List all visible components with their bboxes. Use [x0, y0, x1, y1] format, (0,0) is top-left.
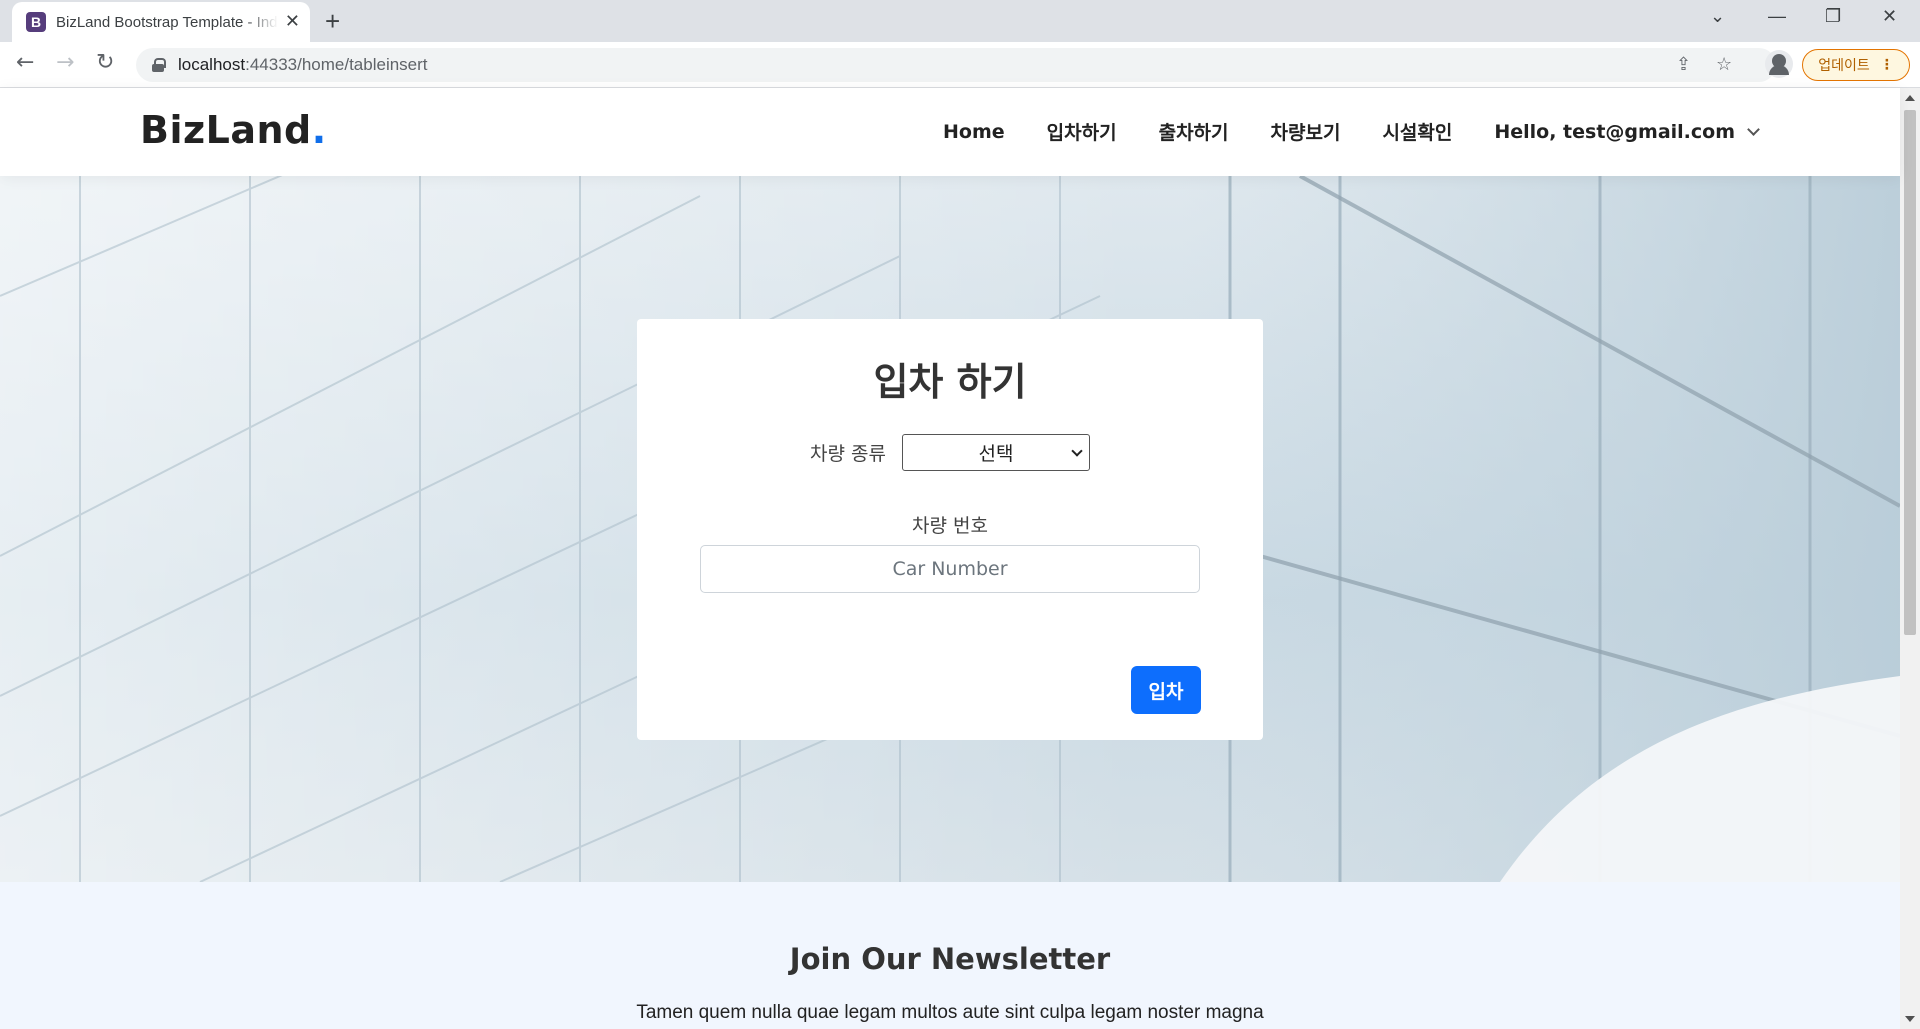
user-greeting: Hello, test@gmail.com: [1494, 120, 1735, 143]
scroll-down-arrow-icon[interactable]: [1905, 1016, 1915, 1022]
nav-park-out[interactable]: 출차하기: [1159, 118, 1229, 145]
newsletter-section: Join Our Newsletter Tamen quem nulla qua…: [0, 882, 1900, 1029]
browser-tab-bar: B BizLand Bootstrap Template - Index ✕ +…: [0, 0, 1920, 42]
chevron-down-icon: [1071, 445, 1083, 457]
newsletter-title: Join Our Newsletter: [789, 942, 1111, 976]
nav-user-dropdown[interactable]: Hello, test@gmail.com: [1494, 118, 1760, 145]
scroll-up-arrow-icon[interactable]: [1905, 95, 1915, 101]
browser-update-button[interactable]: 업데이트 ⋮: [1802, 49, 1910, 81]
browser-toolbar: ← → ↻ localhost:44333/home/tableinsert ⇪…: [0, 42, 1920, 88]
nav-park-in[interactable]: 입차하기: [1047, 118, 1117, 145]
tab-search-icon[interactable]: ⌄: [1710, 6, 1725, 27]
more-vertical-icon: ⋮: [1879, 57, 1894, 73]
close-icon[interactable]: ✕: [285, 13, 300, 31]
park-in-form-card: 입차 하기 차량 종류 선택 차량 번호 Car Number 입차: [637, 319, 1263, 740]
nav-home[interactable]: Home: [943, 118, 1005, 145]
scrollbar-thumb[interactable]: [1904, 110, 1916, 635]
vehicle-type-label: 차량 종류: [810, 443, 886, 465]
bootstrap-favicon-icon: B: [26, 12, 46, 32]
vehicle-number-label: 차량 번호: [912, 515, 988, 537]
page-scrollbar[interactable]: [1900, 88, 1920, 1029]
window-close-icon[interactable]: ✕: [1882, 6, 1897, 27]
browser-tab[interactable]: B BizLand Bootstrap Template - Index ✕: [12, 2, 310, 42]
address-bar[interactable]: localhost:44333/home/tableinsert ⇪ ☆: [136, 48, 1776, 82]
park-in-submit-button[interactable]: 입차: [1131, 666, 1201, 714]
share-icon[interactable]: ⇪: [1676, 54, 1691, 75]
forward-arrow-icon[interactable]: →: [56, 50, 74, 75]
lock-icon[interactable]: [152, 58, 166, 72]
vehicle-type-row: 차량 종류 선택: [637, 434, 1263, 471]
new-tab-button[interactable]: +: [325, 6, 340, 37]
site-header: BizLand. Home 입차하기 출차하기 차량보기 시설확인 Hello,…: [0, 88, 1900, 176]
back-arrow-icon[interactable]: ←: [16, 50, 34, 75]
url-text: localhost:44333/home/tableinsert: [178, 55, 428, 74]
newsletter-text: Tamen quem nulla quae legam multos aute …: [636, 1002, 1264, 1023]
reload-icon[interactable]: ↻: [96, 50, 114, 75]
profile-avatar-icon[interactable]: [1765, 50, 1793, 78]
tab-title: BizLand Bootstrap Template - Index: [56, 13, 278, 31]
nav-facility[interactable]: 시설확인: [1382, 118, 1452, 145]
car-number-placeholder: Car Number: [892, 558, 1008, 580]
logo[interactable]: BizLand.: [140, 108, 327, 152]
car-number-input[interactable]: Car Number: [700, 545, 1200, 593]
minimize-icon[interactable]: —: [1768, 6, 1786, 27]
nav-vehicles[interactable]: 차량보기: [1271, 118, 1341, 145]
page-title: 입차 하기: [873, 360, 1027, 404]
main-nav: Home 입차하기 출차하기 차량보기 시설확인 Hello, test@gma…: [901, 118, 1760, 145]
maximize-icon[interactable]: ❐: [1825, 6, 1841, 27]
vehicle-type-select[interactable]: 선택: [901, 434, 1090, 471]
chevron-down-icon: [1747, 122, 1760, 136]
star-icon[interactable]: ☆: [1716, 54, 1732, 75]
